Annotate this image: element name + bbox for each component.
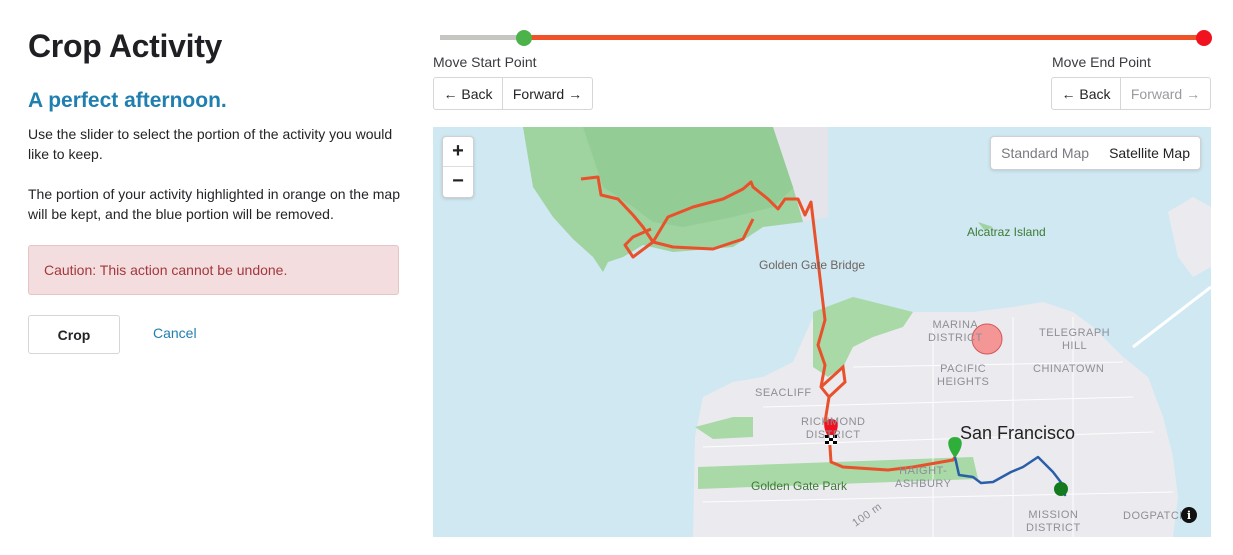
label-haight-ashbury: HAIGHT- ASHBURY — [895, 465, 952, 490]
activity-name: A perfect afternoon. — [28, 89, 227, 112]
crop-range-slider[interactable] — [440, 30, 1212, 46]
slider-end-handle[interactable] — [1196, 30, 1212, 46]
standard-map-button[interactable]: Standard Map — [991, 145, 1099, 161]
start-back-button[interactable]: ← Back — [433, 77, 503, 110]
label-pacific-heights: PACIFIC HEIGHTS — [937, 363, 990, 388]
move-end-label: Move End Point — [1052, 54, 1151, 70]
label-mission: MISSION DISTRICT — [1026, 509, 1081, 534]
activity-map[interactable]: Golden Gate Bridge Alcatraz Island MARIN… — [433, 127, 1211, 537]
slider-track-excluded — [440, 35, 525, 40]
label-san-francisco: San Francisco — [960, 423, 1076, 443]
label-marina: MARINA DISTRICT — [928, 319, 983, 344]
zoom-control: + − — [442, 136, 474, 198]
start-forward-button[interactable]: Forward → — [503, 77, 593, 110]
zoom-out-button[interactable]: − — [443, 167, 473, 196]
label-telegraph: TELEGRAPH HILL — [1039, 327, 1111, 352]
satellite-map-button[interactable]: Satellite Map — [1099, 145, 1200, 161]
instructions-colors: The portion of your activity highlighted… — [28, 186, 401, 222]
end-forward-button[interactable]: Forward → — [1121, 77, 1211, 110]
label-richmond: RICHMOND DISTRICT — [801, 416, 866, 441]
zoom-in-button[interactable]: + — [443, 137, 473, 167]
page-title: Crop Activity — [28, 28, 223, 64]
info-icon[interactable]: i — [1181, 507, 1197, 523]
move-start-label: Move Start Point — [433, 54, 537, 70]
label-chinatown: CHINATOWN — [1033, 363, 1105, 375]
crop-button[interactable]: Crop — [28, 315, 120, 354]
label-golden-gate-bridge: Golden Gate Bridge — [759, 258, 866, 272]
map-type-toggle: Standard Map Satellite Map — [990, 136, 1201, 170]
instructions-slider: Use the slider to select the portion of … — [28, 126, 393, 162]
caution-text: Caution: This action cannot be undone. — [44, 262, 288, 278]
cancel-link[interactable]: Cancel — [153, 325, 197, 341]
label-seacliff: SEACLIFF — [755, 387, 812, 399]
slider-start-handle[interactable] — [516, 30, 533, 46]
label-alcatraz: Alcatraz Island — [967, 225, 1046, 239]
slider-track-kept — [524, 35, 1204, 40]
end-back-button[interactable]: ← Back — [1051, 77, 1121, 110]
label-golden-gate-park: Golden Gate Park — [751, 479, 848, 493]
caution-alert: Caution: This action cannot be undone. — [28, 245, 399, 295]
original-start-dot — [1054, 482, 1068, 496]
label-dogpatch: DOGPATCH — [1123, 510, 1188, 522]
